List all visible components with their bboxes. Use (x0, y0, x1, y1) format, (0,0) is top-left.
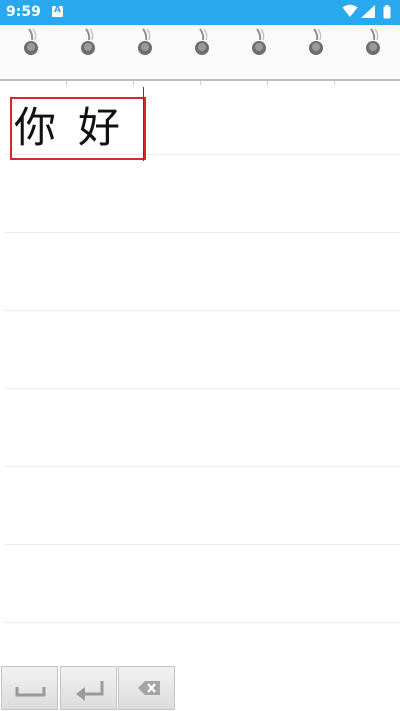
ruler-tick (66, 81, 67, 85)
wifi-icon (342, 4, 358, 17)
status-time: 9:59 (6, 4, 41, 20)
ruled-line (4, 310, 400, 311)
spiral-ring (252, 28, 266, 55)
ruler-tick (267, 81, 268, 85)
status-bar: 9:59 A (0, 0, 400, 25)
space-icon (15, 687, 46, 697)
spiral-ring (138, 28, 152, 55)
ruled-line (4, 232, 400, 233)
handwritten-char: 好 (78, 103, 121, 152)
backspace-button[interactable] (118, 666, 175, 710)
ruler-tick (200, 81, 201, 85)
signal-icon (361, 5, 375, 18)
spiral-ring (195, 28, 209, 55)
handwriting-selection-box[interactable]: 你 好 (10, 97, 146, 160)
bottom-toolbar (0, 666, 176, 710)
enter-icon (76, 681, 104, 701)
spiral-ring (24, 28, 38, 55)
text-cursor (143, 87, 144, 161)
ruled-line (4, 622, 400, 623)
battery-icon (383, 5, 391, 19)
enter-button[interactable] (60, 666, 117, 710)
spiral-ring (81, 28, 95, 55)
space-button[interactable] (1, 666, 58, 710)
ruler-tick (133, 81, 134, 85)
ruled-line (4, 466, 400, 467)
ruled-line (4, 388, 400, 389)
notification-icon: A (52, 5, 63, 17)
ruled-line (4, 544, 400, 545)
spiral-ring (309, 28, 323, 55)
ruler-tick (334, 81, 335, 85)
handwritten-char: 你 (14, 103, 57, 152)
spiral-ring (366, 28, 380, 55)
backspace-icon (138, 681, 160, 695)
